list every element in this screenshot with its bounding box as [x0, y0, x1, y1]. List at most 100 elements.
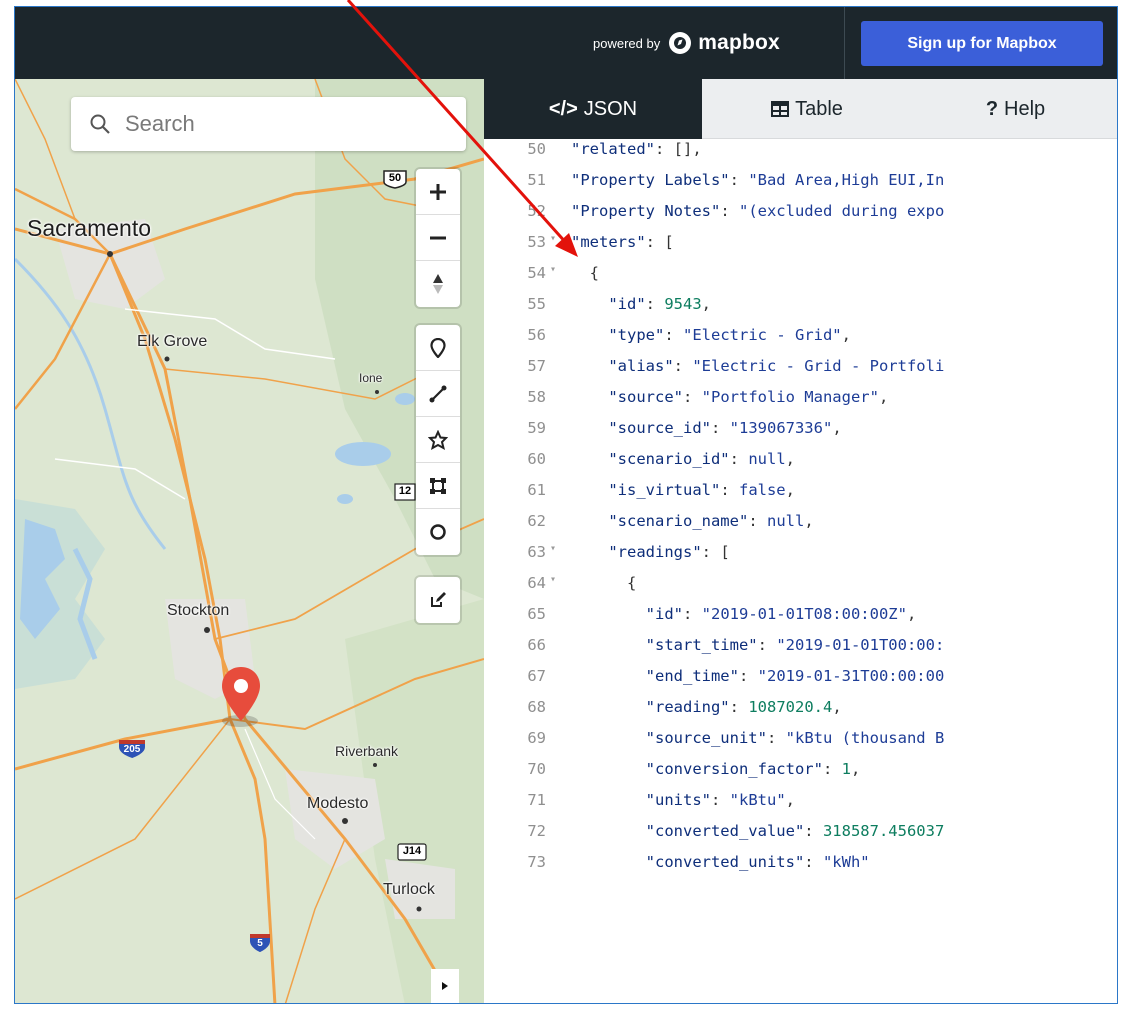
zoom-in-button[interactable]	[416, 169, 460, 215]
code-text: {	[571, 264, 599, 282]
tab-json[interactable]: </> JSON	[484, 79, 702, 139]
powered-by-mapbox[interactable]: powered by mapbox	[593, 31, 780, 55]
draw-line-button[interactable]	[416, 371, 460, 417]
compass-icon	[433, 274, 443, 294]
code-token: null	[766, 512, 805, 530]
code-token: {	[571, 264, 599, 282]
i-5-shield: 5	[249, 931, 271, 953]
draw-point-button[interactable]	[416, 325, 460, 371]
fold-toggle-icon[interactable]: ▾	[550, 233, 556, 244]
code-line[interactable]: 57 "alias": "Electric - Grid - Portfoli	[484, 357, 1117, 388]
code-token: ,	[832, 419, 842, 437]
code-token: :	[748, 512, 767, 530]
code-line[interactable]: 52 "Property Notes": "(excluded during ex…	[484, 202, 1117, 233]
code-line[interactable]: 72 "converted_value": 318587.456037	[484, 822, 1117, 853]
location-marker-icon[interactable]	[220, 665, 262, 723]
code-token: :	[720, 481, 739, 499]
line-number: 62	[527, 512, 546, 530]
tab-help[interactable]: ? Help	[912, 79, 1117, 139]
code-text: "start_time": "2019-01-01T00:00:	[571, 636, 945, 654]
code-line[interactable]: 66 "start_time": "2019-01-01T00:00:	[484, 636, 1117, 667]
draw-polygon-button[interactable]	[416, 417, 460, 463]
map-label-stockton: Stockton	[167, 602, 230, 619]
code-line[interactable]: 58 "source": "Portfolio Manager",	[484, 388, 1117, 419]
line-number: 58	[527, 388, 546, 406]
code-token: :	[710, 791, 730, 809]
code-line[interactable]: 62 "scenario_name": null,	[484, 512, 1117, 543]
fold-toggle-icon[interactable]: ▾	[550, 543, 556, 554]
code-line[interactable]: 73 "converted_units": "kWh"	[484, 853, 1117, 884]
map-search-box[interactable]	[71, 97, 466, 151]
sign-up-button[interactable]: Sign up for Mapbox	[861, 21, 1103, 66]
map-canvas[interactable]: Sacramento Elk Grove Ione Stockton River…	[15, 79, 484, 1003]
code-token: 9543	[664, 295, 702, 313]
i-5-label: 5	[257, 938, 263, 949]
draw-circle-button[interactable]	[416, 509, 460, 555]
code-line[interactable]: 59 "source_id": "139067336",	[484, 419, 1117, 450]
line-number: 68	[527, 698, 546, 716]
draw-rectangle-button[interactable]	[416, 463, 460, 509]
code-line[interactable]: 65 "id": "2019-01-01T08:00:00Z",	[484, 605, 1117, 636]
code-token: "kWh"	[822, 853, 870, 871]
code-line[interactable]: 61 "is_virtual": false,	[484, 481, 1117, 512]
code-line[interactable]: 55 "id": 9543,	[484, 295, 1117, 326]
code-token: "start_time"	[645, 636, 758, 654]
compass-button[interactable]	[416, 261, 460, 307]
code-line[interactable]: 51 "Property Labels": "Bad Area,High EUI,…	[484, 171, 1117, 202]
code-line[interactable]: 54 ▾ {	[484, 264, 1117, 295]
code-token: "meters"	[571, 233, 646, 251]
code-text: "alias": "Electric - Grid - Portfoli	[571, 357, 944, 375]
fold-toggle-icon[interactable]: ▾	[550, 264, 556, 275]
expand-arrow-button[interactable]	[431, 969, 459, 1003]
code-line[interactable]: 68 "reading": 1087020.4,	[484, 698, 1117, 729]
code-line[interactable]: 50 "related": [],	[484, 140, 1117, 171]
code-line[interactable]: 53 ▾ "meters": [	[484, 233, 1117, 264]
json-code-editor[interactable]: 50 "related": [], 51 "Property Labels": "Ba…	[484, 139, 1117, 1003]
code-token: "source"	[608, 388, 683, 406]
code-token: :	[682, 388, 702, 406]
code-token: ,	[785, 481, 795, 499]
code-line[interactable]: 56 "type": "Electric - Grid",	[484, 326, 1117, 357]
code-token: "Electric - Grid"	[683, 326, 842, 344]
mapbox-brand: mapbox	[698, 31, 780, 54]
code-line[interactable]: 71 "units": "kBtu",	[484, 791, 1117, 822]
code-line[interactable]: 60 "scenario_id": null,	[484, 450, 1117, 481]
code-line[interactable]: 67 "end_time": "2019-01-31T00:00:00	[484, 667, 1117, 698]
code-line[interactable]: 63 ▾ "readings": [	[484, 543, 1117, 574]
table-icon	[771, 101, 790, 117]
tab-table-label: Table	[795, 97, 843, 120]
j14-label: J14	[402, 845, 422, 857]
plus-icon	[430, 183, 446, 200]
edit-button[interactable]	[416, 577, 460, 623]
code-text: "units": "kBtu",	[571, 791, 795, 809]
line-number: 63	[527, 543, 546, 561]
code-icon: </>	[548, 97, 578, 120]
line-number: 69	[527, 729, 546, 747]
code-token: "alias"	[608, 357, 674, 375]
code-text: "source": "Portfolio Manager",	[571, 388, 888, 406]
code-token: :	[822, 760, 842, 778]
code-token: ,	[906, 605, 917, 623]
zoom-out-button[interactable]	[416, 215, 460, 261]
fold-toggle-icon[interactable]: ▾	[550, 574, 556, 585]
code-line[interactable]: 70 "conversion_factor": 1,	[484, 760, 1117, 791]
polygon-icon	[428, 429, 448, 450]
route-12-label: 12	[398, 485, 412, 497]
code-token: "kBtu (thousand B	[785, 729, 945, 747]
code-line[interactable]: 69 "source_unit": "kBtu (thousand B	[484, 729, 1117, 760]
code-token: ,	[785, 450, 795, 468]
code-text: "converted_units": "kWh"	[571, 853, 870, 871]
tab-table[interactable]: Table	[702, 79, 912, 139]
search-input[interactable]	[125, 111, 425, 137]
marker-icon	[430, 337, 446, 358]
code-text: "Property Labels": "Bad Area,High EUI,In	[571, 171, 944, 189]
code-token: :	[645, 295, 665, 313]
code-token: "2019-01-31T00:00:00	[757, 667, 945, 685]
code-line[interactable]: 64 ▾ {	[484, 574, 1117, 605]
